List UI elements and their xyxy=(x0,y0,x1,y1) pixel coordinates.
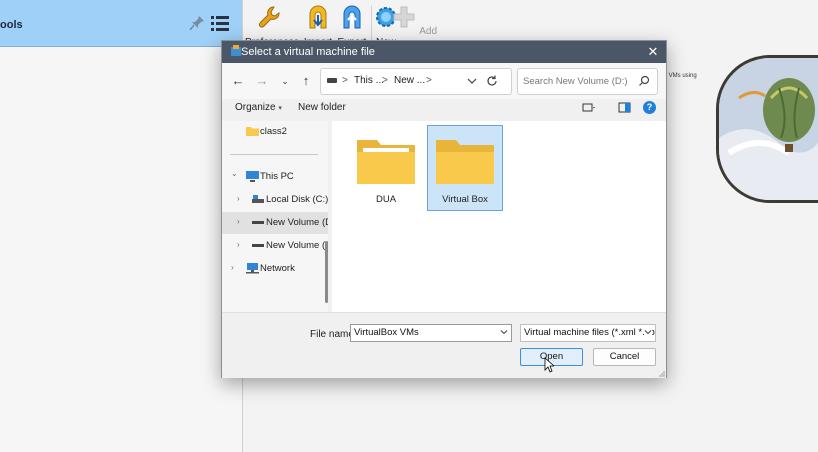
folder-label: Virtual Box xyxy=(442,194,488,205)
new-folder-button[interactable]: New folder xyxy=(298,102,346,113)
tree-item-new-volume-d[interactable]: › New Volume (D xyxy=(222,212,328,234)
caret-down-icon: ▾ xyxy=(278,105,282,112)
expand-chevron-icon[interactable]: ⌄ xyxy=(231,169,238,178)
navigation-bar: ← → ⌄ ↑ > This ... > New ... > Search Ne… xyxy=(222,63,666,99)
tree-label: This PC xyxy=(260,171,294,182)
tree-label: New Volume (E xyxy=(266,240,328,251)
file-name-input[interactable]: VirtualBox VMs xyxy=(350,324,512,342)
folder-item-virtual-box[interactable]: Virtual Box xyxy=(427,125,503,211)
breadcrumb-this-pc[interactable]: This ... xyxy=(354,75,384,86)
dialog-footer: File name: VirtualBox VMs Virtual machin… xyxy=(222,312,666,378)
drive-icon xyxy=(252,244,264,247)
tools-label: ools xyxy=(0,19,23,31)
view-options-icon[interactable] xyxy=(582,101,596,115)
search-placeholder: Search New Volume (D:) xyxy=(523,76,628,87)
cancel-label: Cancel xyxy=(609,351,640,362)
add-button[interactable]: Add xyxy=(390,4,438,37)
preview-pane-icon[interactable] xyxy=(618,101,632,115)
back-button[interactable]: ← xyxy=(230,73,246,89)
tree-label: New Volume (D xyxy=(266,217,328,228)
organize-label: Organize xyxy=(235,102,276,113)
resize-grip-icon[interactable] xyxy=(658,370,665,377)
breadcrumb-separator: > xyxy=(426,75,432,86)
tree-item-network[interactable]: › Network xyxy=(222,258,328,280)
expand-chevron-icon[interactable]: › xyxy=(237,240,240,249)
search-icon xyxy=(639,75,650,86)
close-icon: ✕ xyxy=(647,44,659,59)
file-open-dialog: Select a virtual machine file ✕ ← → ⌄ ↑ … xyxy=(221,40,667,378)
tree-item-local-disk-c[interactable]: › Local Disk (C:) xyxy=(222,189,328,211)
add-plus-icon xyxy=(393,6,415,28)
forward-button[interactable]: → xyxy=(254,73,270,89)
up-arrow-icon: ↑ xyxy=(302,73,310,88)
breadcrumb-new-volume[interactable]: New ... xyxy=(394,75,425,86)
file-type-select[interactable]: Virtual machine files (*.xml *.vbox) xyxy=(520,324,656,342)
tree-label: Local Disk (C:) xyxy=(266,194,328,205)
folder-icon xyxy=(357,140,415,184)
add-label: Add xyxy=(419,26,438,37)
folder-icon xyxy=(246,127,259,136)
tree-label: Network xyxy=(260,263,295,274)
expand-chevron-icon[interactable]: › xyxy=(237,217,240,226)
address-bar[interactable]: > This ... > New ... > xyxy=(320,68,512,95)
vbox-sidebar: ools xyxy=(0,0,243,452)
nav-pane-scrollbar[interactable] xyxy=(325,241,328,303)
tree-label: class2 xyxy=(260,126,287,137)
chevron-down-icon[interactable] xyxy=(500,328,508,336)
drive-icon xyxy=(327,78,337,83)
chevron-down-icon xyxy=(644,328,652,336)
folder-item-dua[interactable]: DUA xyxy=(348,125,424,211)
mouse-cursor-icon xyxy=(544,357,554,373)
expand-chevron-icon[interactable]: › xyxy=(231,263,234,272)
help-icon[interactable]: ? xyxy=(643,101,656,114)
command-bar: Organize ▾ New folder ? xyxy=(222,99,666,119)
forward-arrow-icon: → xyxy=(255,73,269,88)
network-icon xyxy=(246,263,259,274)
wrench-icon xyxy=(259,6,280,28)
drive-icon xyxy=(252,221,264,224)
computer-icon xyxy=(246,171,259,182)
new-folder-label: New folder xyxy=(298,102,346,113)
breadcrumb-separator: > xyxy=(342,75,348,86)
tree-divider xyxy=(230,154,318,155)
dialog-title: Select a virtual machine file xyxy=(241,46,375,58)
up-button[interactable]: ↑ xyxy=(298,73,314,89)
breadcrumb-separator: > xyxy=(382,75,388,86)
refresh-icon[interactable] xyxy=(485,74,499,88)
tree-item-class2[interactable]: class2 xyxy=(222,121,328,143)
organize-menu[interactable]: Organize ▾ xyxy=(235,102,282,113)
folder-icon xyxy=(436,140,494,184)
address-dropdown-icon[interactable] xyxy=(466,75,478,87)
close-button[interactable]: ✕ xyxy=(644,43,662,61)
tools-item[interactable]: ools xyxy=(0,0,242,47)
cancel-button[interactable]: Cancel xyxy=(593,348,656,366)
dialog-title-bar[interactable]: Select a virtual machine file ✕ xyxy=(222,41,666,63)
expand-chevron-icon[interactable]: › xyxy=(237,194,240,203)
file-type-value: Virtual machine files (*.xml *.vbox) xyxy=(524,327,656,338)
back-arrow-icon: ← xyxy=(231,73,245,88)
drive-icon xyxy=(252,195,264,203)
tree-item-this-pc[interactable]: ⌄ This PC xyxy=(222,166,328,188)
search-field[interactable]: Search New Volume (D:) xyxy=(517,68,658,95)
navigation-pane: class2 ⌄ This PC › Local Disk (C:) › New… xyxy=(222,121,328,312)
folder-label: DUA xyxy=(375,194,397,205)
balloon-logo-image xyxy=(716,55,818,203)
welcome-hint-text: v VMs using xyxy=(664,73,697,79)
pin-icon[interactable] xyxy=(188,14,206,32)
menu-list-icon[interactable] xyxy=(210,14,230,32)
file-list-area: DUA Virtual Box xyxy=(332,121,666,312)
chevron-down-icon: ⌄ xyxy=(281,76,289,86)
file-name-value: VirtualBox VMs xyxy=(354,327,419,338)
recent-locations-button[interactable]: ⌄ xyxy=(277,73,293,89)
tree-item-new-volume-e[interactable]: › New Volume (E xyxy=(222,235,328,257)
